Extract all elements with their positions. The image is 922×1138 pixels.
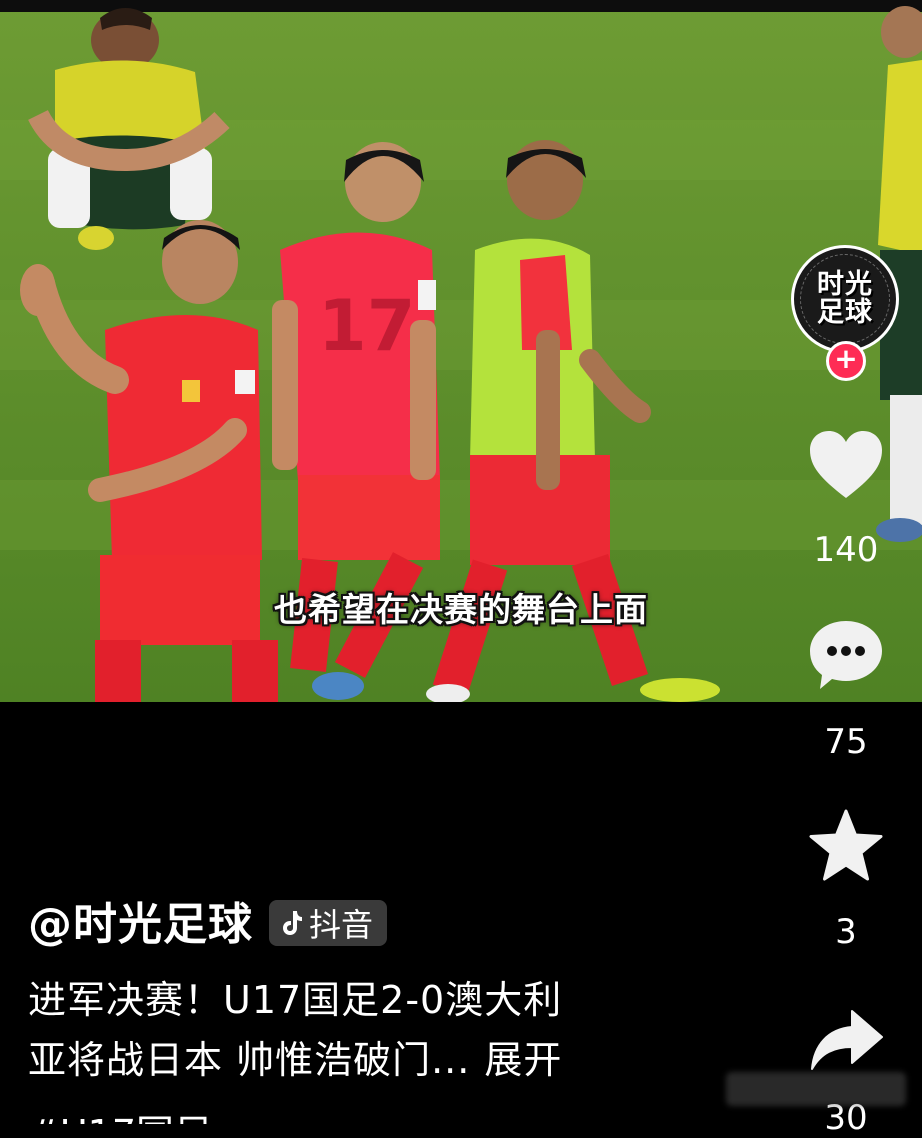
heart-icon — [810, 431, 882, 498]
star-icon — [809, 809, 883, 881]
like-button[interactable] — [804, 425, 888, 505]
avatar-ring — [800, 254, 890, 344]
description-line-3-cut: #U17国足 — [28, 1104, 212, 1124]
description-line-2-text: 亚将战日本 帅惟浩破门... — [28, 1038, 471, 1082]
follow-button[interactable]: + — [826, 341, 866, 381]
comment-icon — [810, 621, 882, 689]
watermark-blur — [726, 1072, 906, 1106]
author-row: @时光足球 抖音 — [28, 888, 388, 952]
author-name[interactable]: @时光足球 — [28, 888, 253, 952]
douyin-note-icon — [283, 911, 302, 935]
video-subtitle: 也希望在决赛的舞台上面 — [274, 590, 648, 629]
author-avatar[interactable]: 时光 足球 — [791, 245, 899, 353]
platform-badge-label: 抖音 — [309, 906, 374, 944]
post-description: 进军决赛！U17国足2-0澳大利 亚将战日本 帅惟浩破门... 展开 — [28, 970, 668, 1090]
description-line-1: 进军决赛！U17国足2-0澳大利 — [28, 978, 563, 1022]
description-line-2: 亚将战日本 帅惟浩破门... 展开 — [28, 1030, 668, 1090]
share-button[interactable] — [804, 1000, 888, 1080]
like-count: 140 — [813, 530, 879, 570]
svg-text:17: 17 — [318, 285, 415, 367]
expand-button[interactable]: 展开 — [484, 1038, 562, 1082]
favorite-button[interactable] — [804, 806, 888, 886]
comment-count: 75 — [824, 722, 868, 762]
share-icon — [811, 1010, 883, 1070]
video-player[interactable]: 17 也希望在决赛的舞台上面 — [0, 0, 922, 702]
comment-button[interactable] — [804, 615, 888, 695]
platform-badge: 抖音 — [269, 900, 388, 946]
favorite-count: 3 — [835, 912, 857, 952]
